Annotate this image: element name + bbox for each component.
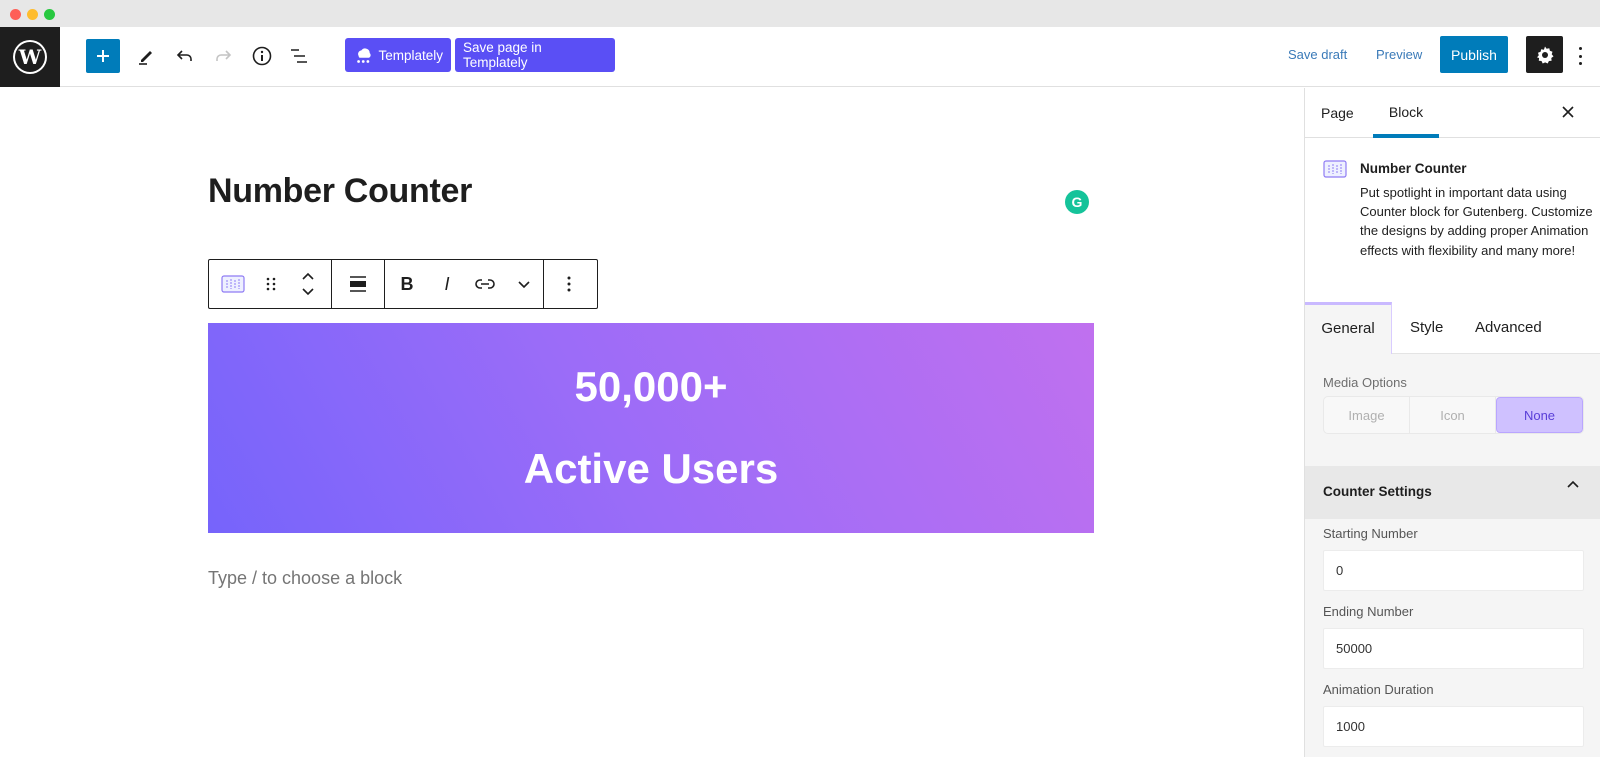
number-counter-icon xyxy=(221,275,245,293)
window-titlebar xyxy=(0,0,1600,27)
tab-advanced[interactable]: Advanced xyxy=(1475,302,1542,354)
animation-duration-label: Animation Duration xyxy=(1323,682,1434,697)
more-vertical-icon xyxy=(1578,47,1582,50)
panel-tabs: General Style Advanced xyxy=(1305,302,1600,354)
number-counter-block[interactable]: 50,000+ Active Users xyxy=(208,323,1094,533)
save-draft-button[interactable]: Save draft xyxy=(1288,47,1347,62)
chevron-down-icon[interactable] xyxy=(301,286,315,296)
counter-label[interactable]: Active Users xyxy=(208,445,1094,493)
media-options-label: Media Options xyxy=(1323,375,1407,390)
settings-button[interactable] xyxy=(1526,36,1563,73)
undo-button[interactable] xyxy=(168,39,202,73)
drag-handle[interactable] xyxy=(257,260,285,308)
chevron-up-icon[interactable] xyxy=(301,272,315,282)
align-button[interactable] xyxy=(332,260,384,308)
tab-general[interactable]: General xyxy=(1305,302,1392,354)
templately-label: Templately xyxy=(378,47,443,63)
redo-button[interactable] xyxy=(206,39,240,73)
drag-handle-icon xyxy=(266,277,276,291)
window-close-dot[interactable] xyxy=(10,9,21,20)
counter-number: 50,000+ xyxy=(574,363,728,410)
block-appender-placeholder[interactable]: Type / to choose a block xyxy=(208,568,402,589)
media-option-icon[interactable]: Icon xyxy=(1410,397,1496,433)
preview-button[interactable]: Preview xyxy=(1376,47,1422,62)
block-toolbar-group-block xyxy=(209,260,332,308)
redo-icon xyxy=(216,50,232,61)
tools-button[interactable] xyxy=(129,39,163,73)
editor-canvas: Number Counter G B I 50,000+ Active User… xyxy=(0,88,1304,757)
ending-number-label: Ending Number xyxy=(1323,604,1414,619)
details-button[interactable] xyxy=(245,39,279,73)
close-icon xyxy=(1562,106,1574,118)
more-vertical-icon xyxy=(567,276,571,292)
block-type-button[interactable] xyxy=(209,260,257,308)
window-minimize-dot[interactable] xyxy=(27,9,38,20)
counter-settings-title: Counter Settings xyxy=(1323,484,1432,499)
block-card-title: Number Counter xyxy=(1360,161,1467,176)
block-settings-panel: General Style Advanced Media Options Ima… xyxy=(1305,302,1600,757)
starting-number-input[interactable] xyxy=(1323,550,1584,591)
italic-button[interactable]: I xyxy=(429,260,465,308)
templately-icon xyxy=(357,48,371,63)
options-menu-button[interactable] xyxy=(1576,45,1584,67)
tab-style[interactable]: Style xyxy=(1410,302,1443,354)
move-up-down-buttons[interactable] xyxy=(285,260,331,308)
templately-button[interactable]: Templately xyxy=(345,38,451,72)
block-options-button[interactable] xyxy=(544,260,594,308)
block-toolbar-group-align xyxy=(332,260,385,308)
editor-header: W Templately Save page in Templately Sav… xyxy=(0,27,1600,87)
publish-button[interactable]: Publish xyxy=(1440,36,1508,73)
starting-number-label: Starting Number xyxy=(1323,526,1418,541)
block-toolbar: B I xyxy=(208,259,598,309)
settings-sidebar: Page Block Number Counter Put spotlight … xyxy=(1304,88,1600,757)
link-icon xyxy=(475,279,495,289)
gear-icon xyxy=(1536,46,1553,63)
counter-settings-header[interactable]: Counter Settings xyxy=(1305,466,1600,519)
tab-page[interactable]: Page xyxy=(1321,88,1354,138)
list-view-icon xyxy=(291,49,307,63)
media-option-image[interactable]: Image xyxy=(1324,397,1410,433)
wordpress-logo[interactable]: W xyxy=(0,27,60,87)
page-title[interactable]: Number Counter xyxy=(208,172,472,211)
close-sidebar-button[interactable] xyxy=(1561,102,1575,125)
save-in-templately-label: Save page in Templately xyxy=(463,40,542,70)
undo-icon xyxy=(176,50,192,61)
align-full-icon xyxy=(350,276,366,292)
wordpress-icon: W xyxy=(15,42,45,72)
media-options-segmented-control: Image Icon None xyxy=(1323,396,1584,434)
chevron-down-icon xyxy=(518,281,530,289)
ending-number-input[interactable] xyxy=(1323,628,1584,669)
window-maximize-dot[interactable] xyxy=(44,9,55,20)
sidebar-tabs: Page Block xyxy=(1305,88,1600,138)
block-toolbar-group-options xyxy=(544,260,594,308)
media-option-none[interactable]: None xyxy=(1496,397,1583,433)
add-block-button[interactable] xyxy=(86,39,120,73)
animation-duration-input[interactable] xyxy=(1323,706,1584,747)
tab-block[interactable]: Block xyxy=(1373,88,1439,138)
plus-icon xyxy=(97,50,109,62)
list-view-button[interactable] xyxy=(282,39,316,73)
bold-button[interactable]: B xyxy=(385,260,429,308)
link-button[interactable] xyxy=(465,260,505,308)
more-formats-button[interactable] xyxy=(505,260,543,308)
block-card: Number Counter Put spotlight in importan… xyxy=(1305,139,1600,303)
block-card-description: Put spotlight in important data using Co… xyxy=(1360,185,1593,258)
number-counter-icon xyxy=(1323,160,1347,178)
block-toolbar-group-format: B I xyxy=(385,260,544,308)
save-in-templately-button[interactable]: Save page in Templately xyxy=(455,38,615,72)
chevron-up-icon xyxy=(1567,480,1579,488)
info-icon xyxy=(252,46,272,66)
grammarly-icon[interactable]: G xyxy=(1065,190,1089,214)
pencil-icon xyxy=(139,51,152,65)
